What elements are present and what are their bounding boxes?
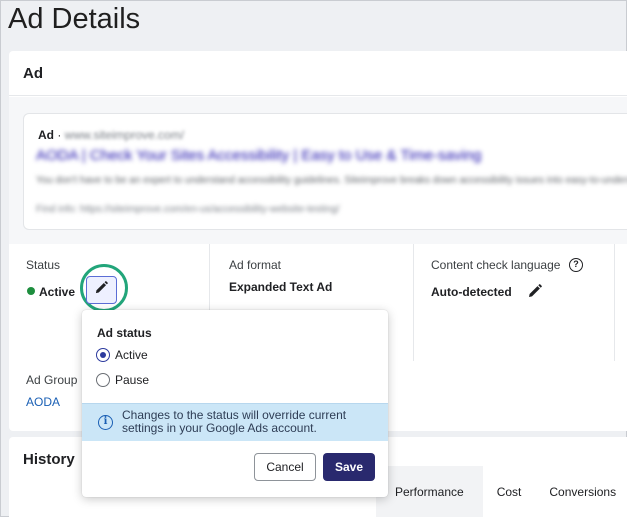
status-value: Active bbox=[39, 285, 76, 299]
page-title: Ad Details bbox=[8, 3, 141, 35]
help-circle-icon[interactable]: ? bbox=[569, 258, 583, 272]
info-icon: i bbox=[98, 415, 113, 430]
radio-button[interactable] bbox=[96, 373, 110, 387]
ad-preview-extra: Find info: https://siteimprove.com/en-us… bbox=[36, 204, 340, 215]
column-divider bbox=[614, 244, 615, 361]
ad-preview-label: Ad bbox=[38, 128, 54, 142]
content-check-value: Auto-detected bbox=[431, 285, 512, 299]
history-title: History bbox=[23, 451, 75, 468]
ad-preview-separator: · bbox=[54, 128, 65, 142]
ad-card-title: Ad bbox=[23, 65, 43, 82]
ad-format-label: Ad format bbox=[229, 258, 282, 272]
tab-conversions[interactable]: Conversions bbox=[535, 466, 627, 517]
ad-format-value: Expanded Text Ad bbox=[229, 280, 333, 294]
edit-status-button[interactable] bbox=[86, 276, 117, 304]
status-active-dot bbox=[27, 287, 35, 295]
radio-label-active: Active bbox=[115, 348, 148, 362]
status-label: Status bbox=[26, 258, 61, 272]
ad-group-label: Ad Group bbox=[26, 373, 78, 387]
radio-button-checked[interactable] bbox=[96, 348, 110, 362]
ad-preview-headline[interactable]: AODA | Check Your Sites Accessibility | … bbox=[36, 147, 481, 164]
popup-title: Ad status bbox=[97, 326, 152, 340]
save-button[interactable]: Save bbox=[323, 453, 375, 481]
ad-preview-url: www.siteimprove.com/ bbox=[64, 128, 185, 142]
tab-cost[interactable]: Cost bbox=[483, 466, 536, 517]
radio-option-pause[interactable]: Pause bbox=[96, 373, 149, 387]
pencil-icon bbox=[95, 281, 108, 299]
ad-status-popup: Ad status Active Pause i Changes to the … bbox=[82, 310, 388, 497]
info-note: i Changes to the status will override cu… bbox=[82, 403, 388, 441]
ad-group-link[interactable]: AODA bbox=[26, 395, 60, 409]
tab-performance[interactable]: Performance bbox=[376, 466, 483, 517]
column-divider bbox=[413, 244, 414, 361]
radio-label-pause: Pause bbox=[115, 373, 150, 387]
info-note-text: Changes to the status will override curr… bbox=[122, 408, 347, 435]
ad-card-header: Ad bbox=[9, 51, 627, 96]
radio-option-active[interactable]: Active bbox=[96, 348, 148, 362]
ad-preview-top-line: Ad · www.siteimprove.com/ bbox=[38, 128, 184, 142]
content-check-label: Content check language bbox=[431, 258, 561, 272]
ad-preview-area: Ad · www.siteimprove.com/ AODA | Check Y… bbox=[9, 97, 627, 244]
ad-preview: Ad · www.siteimprove.com/ AODA | Check Y… bbox=[23, 113, 627, 230]
ad-preview-description: You don't have to be an expert to unders… bbox=[36, 175, 627, 186]
pencil-icon[interactable] bbox=[528, 284, 542, 303]
history-tabs: Performance Cost Conversions bbox=[376, 466, 627, 517]
cancel-button[interactable]: Cancel bbox=[254, 453, 316, 481]
